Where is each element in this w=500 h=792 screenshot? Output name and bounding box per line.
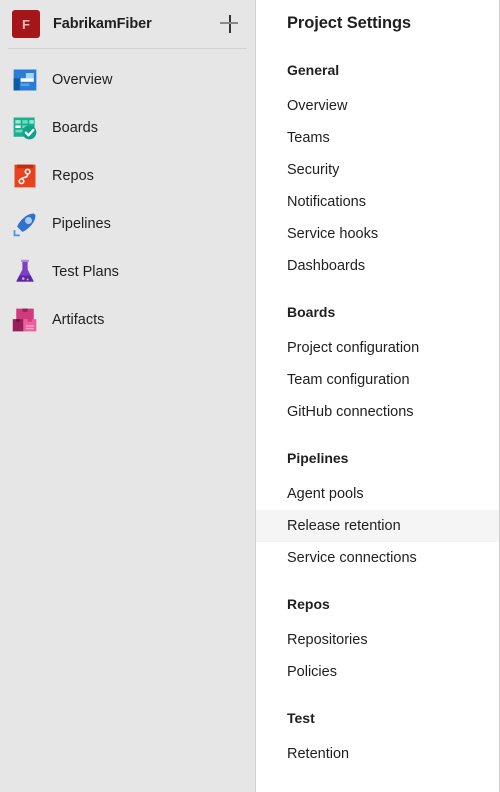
settings-item-service-hooks[interactable]: Service hooks [256, 218, 499, 250]
settings-item-dashboards[interactable]: Dashboards [256, 250, 499, 282]
settings-item-overview[interactable]: Overview [256, 90, 499, 122]
settings-group-pipelines: Pipelines Agent pools Release retention … [256, 448, 499, 574]
sidebar-item-test-plans[interactable]: Test Plans [0, 248, 255, 296]
plus-icon-horizontal [220, 22, 238, 24]
group-heading: Repos [287, 596, 330, 612]
settings-item-github-connections[interactable]: GitHub connections [256, 396, 499, 428]
settings-item-service-connections[interactable]: Service connections [256, 542, 499, 574]
sidebar-item-artifacts[interactable]: Artifacts [0, 296, 255, 344]
sidebar-item-repos[interactable]: Repos [0, 152, 255, 200]
test-plans-icon [16, 259, 34, 282]
settings-item-teams[interactable]: Teams [256, 122, 499, 154]
sidebar-item-label: Pipelines [52, 216, 111, 232]
project-sidebar: F FabrikamFiber Overview Boards Repos Pi… [0, 0, 256, 792]
repos-icon [14, 164, 36, 188]
group-heading: General [287, 62, 340, 78]
settings-item-retention[interactable]: Retention [256, 738, 499, 770]
pipelines-icon [13, 213, 36, 237]
group-heading: Pipelines [287, 450, 349, 466]
settings-item-agent-pools[interactable]: Agent pools [256, 478, 499, 510]
settings-item-project-configuration[interactable]: Project configuration [256, 332, 499, 364]
sidebar-item-label: Repos [52, 168, 94, 184]
group-heading: Test [287, 710, 315, 726]
project-settings-screen: F FabrikamFiber Overview Boards Repos Pi… [0, 0, 500, 792]
sidebar-item-boards[interactable]: Boards [0, 104, 255, 152]
settings-item-security[interactable]: Security [256, 154, 499, 186]
sidebar-item-overview[interactable]: Overview [0, 56, 255, 104]
sidebar-item-label: Test Plans [52, 264, 119, 280]
project-name: FabrikamFiber [53, 16, 152, 32]
settings-group-boards: Boards Project configuration Team config… [256, 302, 499, 428]
add-project-button[interactable] [217, 11, 243, 37]
settings-group-repos: Repos Repositories Policies [256, 594, 499, 688]
settings-group-test: Test Retention [256, 708, 499, 770]
sidebar-item-pipelines[interactable]: Pipelines [0, 200, 255, 248]
sidebar-item-label: Artifacts [52, 312, 105, 328]
project-avatar: F [12, 10, 40, 38]
plus-icon-vertical [229, 15, 231, 33]
artifacts-icon [12, 308, 37, 332]
settings-group-general: General Overview Teams Security Notifica… [256, 60, 499, 282]
sidebar-item-label: Overview [52, 72, 113, 88]
settings-item-policies[interactable]: Policies [256, 656, 499, 688]
boards-icon [13, 117, 37, 140]
project-settings-panel: Project Settings General Overview Teams … [256, 0, 500, 792]
page-title: Project Settings [287, 14, 412, 32]
project-header: F FabrikamFiber [0, 0, 255, 48]
settings-item-repositories[interactable]: Repositories [256, 624, 499, 656]
sidebar-item-label: Boards [52, 120, 98, 136]
settings-item-release-retention[interactable]: Release retention [256, 510, 499, 542]
overview-icon [13, 69, 37, 91]
group-heading: Boards [287, 304, 336, 320]
primary-nav: Overview Boards Repos Pipelines Test Pla… [0, 49, 255, 344]
settings-item-notifications[interactable]: Notifications [256, 186, 499, 218]
settings-item-team-configuration[interactable]: Team configuration [256, 364, 499, 396]
